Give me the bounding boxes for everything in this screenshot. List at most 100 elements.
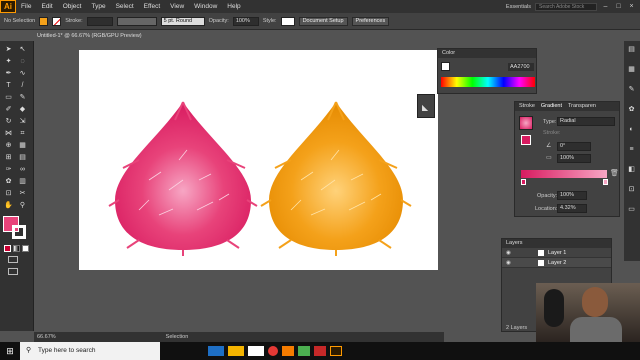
symbol-sprayer-icon[interactable]: ✿ — [4, 177, 13, 186]
stroke-weight-input[interactable] — [86, 16, 113, 26]
windows-start-icon[interactable]: ⊞ — [0, 346, 20, 357]
tab-gradient[interactable]: Gradient — [541, 102, 562, 111]
graphic-styles-icon[interactable]: ◣ — [422, 103, 428, 112]
eyedropper-icon[interactable]: ✑ — [4, 165, 13, 174]
camtasia-taskbar-icon[interactable] — [298, 346, 310, 356]
shaper-tool-icon[interactable]: ✐ — [4, 105, 13, 114]
paintbrush-icon[interactable]: ✎ — [18, 93, 27, 102]
gradient-stop-left[interactable] — [521, 179, 526, 185]
chrome-taskbar-icon[interactable] — [268, 346, 278, 356]
align-icon[interactable]: ≡ — [627, 145, 636, 154]
color-fill-proxy[interactable] — [441, 62, 450, 71]
gradient-fill-proxy[interactable] — [521, 135, 531, 145]
mesh-tool-icon[interactable]: ⊞ — [4, 153, 13, 162]
swatches-icon[interactable]: ▦ — [627, 65, 636, 74]
rectangle-tool-icon[interactable]: ▭ — [4, 93, 13, 102]
none-mode-icon[interactable] — [22, 245, 29, 252]
menu-effect[interactable]: Effect — [139, 3, 166, 10]
curvature-tool-icon[interactable]: ∿ — [18, 69, 27, 78]
menu-object[interactable]: Object — [58, 3, 87, 10]
scale-tool-icon[interactable]: ⇲ — [18, 117, 27, 126]
direct-selection-tool-icon[interactable]: ↖ — [18, 45, 27, 54]
line-tool-icon[interactable]: / — [18, 81, 27, 90]
close-icon[interactable]: × — [627, 3, 636, 10]
taskbar-search-box[interactable]: ⚲ Type here to search — [20, 342, 160, 360]
gradient-slider[interactable] — [521, 170, 607, 178]
firefox-taskbar-icon[interactable] — [282, 346, 294, 356]
slice-tool-icon[interactable]: ✂ — [18, 189, 27, 198]
width-tool-icon[interactable]: ⋈ — [4, 129, 13, 138]
artboard[interactable]: ◣ — [79, 50, 438, 270]
location-input[interactable]: 4.32% — [557, 204, 587, 213]
graph-tool-icon[interactable]: ▥ — [18, 177, 27, 186]
stroke-swatch[interactable] — [52, 16, 62, 26]
gradient-stop-right[interactable] — [603, 179, 608, 185]
fill-swatch[interactable] — [39, 16, 49, 26]
opacity-input[interactable]: 100% — [232, 16, 259, 26]
menu-window[interactable]: Window — [189, 3, 222, 10]
visibility-eye-icon[interactable]: ◉ — [506, 258, 511, 268]
menu-select[interactable]: Select — [111, 3, 139, 10]
workspace-switcher[interactable]: Essentials — [506, 4, 531, 10]
maximize-icon[interactable]: □ — [614, 3, 623, 10]
variable-width-profile[interactable] — [116, 16, 157, 26]
symbols-icon[interactable]: ✿ — [627, 105, 636, 114]
mini-panel[interactable]: ◣ — [417, 94, 435, 118]
draw-mode-icon[interactable] — [8, 256, 18, 263]
pathfinder-icon[interactable]: ◧ — [627, 165, 636, 174]
transform-icon[interactable]: ⊡ — [627, 185, 636, 194]
layer-row[interactable]: ◉ Layer 1 — [502, 248, 611, 258]
shape-builder-icon[interactable]: ⊕ — [4, 141, 13, 150]
magic-wand-icon[interactable]: ✦ — [4, 57, 13, 66]
pen-tool-icon[interactable]: ✒ — [4, 69, 13, 78]
stop-opacity-input[interactable]: 100% — [557, 191, 587, 200]
lasso-icon[interactable]: ◌ — [18, 57, 27, 66]
angle-input[interactable]: 0° — [557, 142, 591, 151]
illustrator-taskbar-icon[interactable] — [330, 346, 342, 356]
recorder-taskbar-icon[interactable] — [314, 346, 326, 356]
minimize-icon[interactable]: – — [601, 3, 610, 10]
type-tool-icon[interactable]: T — [4, 81, 13, 90]
free-transform-icon[interactable]: ⌗ — [18, 129, 27, 138]
blend-tool-icon[interactable]: ∞ — [18, 165, 27, 174]
color-spectrum[interactable] — [441, 77, 535, 87]
trash-icon[interactable]: 🗑 — [610, 169, 619, 177]
gradient-tool-icon[interactable]: ▤ — [18, 153, 27, 162]
zoom-level[interactable]: 66.67% — [37, 334, 56, 340]
perspective-grid-icon[interactable]: ▦ — [18, 141, 27, 150]
artboards-icon[interactable]: ▭ — [627, 205, 636, 214]
gradient-mode-icon[interactable] — [13, 245, 20, 252]
edge-taskbar-icon[interactable] — [208, 346, 224, 356]
document-tab[interactable]: Untitled-1* @ 66.67% (RGB/GPU Preview) — [34, 31, 154, 41]
gradient-type-select[interactable]: Radial — [557, 117, 615, 126]
preferences-button[interactable]: Preferences — [351, 16, 390, 26]
brushes-icon[interactable]: ✎ — [627, 85, 636, 94]
menu-help[interactable]: Help — [222, 3, 245, 10]
layer-row[interactable]: ◉ Layer 2 — [502, 258, 611, 268]
orange-fluffy-drop[interactable] — [260, 101, 412, 256]
properties-icon[interactable]: ▤ — [627, 45, 636, 54]
pink-fluffy-drop[interactable] — [108, 101, 258, 256]
menu-type[interactable]: Type — [86, 3, 110, 10]
menu-file[interactable]: File — [16, 3, 36, 10]
color-mode-icon[interactable] — [4, 245, 11, 252]
style-swatch[interactable] — [280, 16, 295, 26]
eraser-icon[interactable]: ◆ — [18, 105, 27, 114]
brush-definition[interactable]: 5 pt. Round — [160, 16, 205, 26]
screen-mode-icon[interactable] — [8, 268, 18, 275]
stroke-color-box[interactable] — [12, 225, 26, 239]
appearance-icon[interactable]: ◐ — [627, 125, 636, 134]
aspect-ratio-input[interactable]: 100% — [557, 154, 591, 163]
store-taskbar-icon[interactable] — [248, 346, 264, 356]
tab-transparency[interactable]: Transparen — [568, 102, 596, 111]
menu-view[interactable]: View — [165, 3, 189, 10]
menu-edit[interactable]: Edit — [36, 3, 57, 10]
rotate-tool-icon[interactable]: ↻ — [4, 117, 13, 126]
zoom-tool-icon[interactable]: ⚲ — [18, 201, 27, 210]
stock-search-input[interactable]: Search Adobe Stock — [535, 2, 597, 11]
hex-input[interactable]: AA2700 — [508, 63, 534, 71]
tab-stroke[interactable]: Stroke — [519, 102, 535, 111]
file-explorer-taskbar-icon[interactable] — [228, 346, 244, 356]
gradient-thumbnail[interactable] — [519, 116, 533, 130]
hand-tool-icon[interactable]: ✋ — [4, 201, 13, 210]
